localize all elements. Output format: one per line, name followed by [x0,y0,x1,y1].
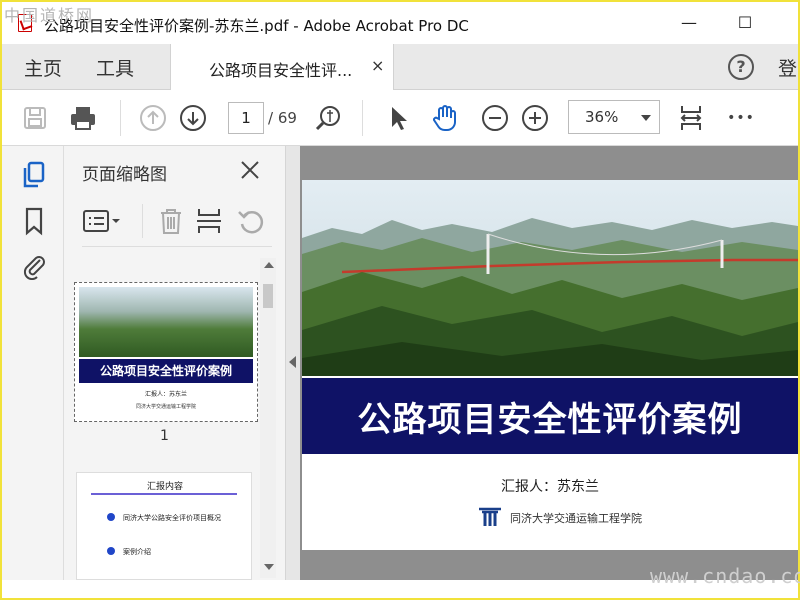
page-thumbnail-2[interactable]: 汇报内容 同济大学公路安全评价项目概况 案例介绍 [76,472,252,580]
print-icon[interactable] [68,103,98,133]
scroll-up-icon[interactable] [264,262,274,268]
bullet-icon [107,547,115,555]
more-tools-icon[interactable]: ••• [726,103,756,133]
thumbnail-1-institute: 同济大学交通运输工程学院 [135,404,196,410]
thumbnail-2-title: 汇报内容 [146,482,183,492]
panel-collapse-handle[interactable] [286,146,300,580]
thumbnail-1-photo [79,287,253,357]
chevron-left-icon [289,356,296,368]
slide-reporter: 汇报人：苏东兰 [501,479,599,495]
page-thumbnail-1[interactable]: 公路项目安全性评价案例 汇报人：苏东兰 同济大学交通运输工程学院 [74,282,258,422]
attachment-icon[interactable] [20,250,48,281]
zoom-out-icon[interactable] [480,103,510,133]
thumbnails-panel: 页面缩略图 公路项目安全性评价案例 汇报人：苏东兰 同济大学交通运输工程学院 1… [64,146,286,580]
delete-icon[interactable] [156,206,186,236]
help-icon[interactable]: ? [728,54,754,80]
panel-toolbar [82,204,272,240]
thumbnail-2-item: 同济大学公路安全评价项目概况 [123,514,221,522]
panel-divider [82,246,272,247]
menu-tools[interactable]: 工具 [96,54,134,81]
thumbnail-2-item: 案例介绍 [123,548,151,556]
close-icon[interactable] [238,158,262,182]
zoom-in-icon[interactable] [520,103,550,133]
slide-title: 公路项目安全性评价案例 [357,400,743,440]
page-thumbnails-icon[interactable] [20,160,48,190]
options-menu-icon[interactable] [82,206,122,236]
slide-title-band: 公路项目安全性评价案例 [302,378,798,454]
chevron-down-icon [641,115,651,121]
menu-home[interactable]: 主页 [24,54,62,81]
hand-tool-icon[interactable] [430,103,460,133]
thumbnail-1-number: 1 [160,428,169,444]
thumbnail-scrollbar[interactable] [260,258,276,578]
previous-page-icon[interactable] [138,103,168,133]
left-rail [2,146,64,580]
slide-institute: 同济大学交通运输工程学院 [510,512,642,525]
watermark-bottom: www.cndao.com [650,564,800,588]
next-page-icon[interactable] [178,103,208,133]
title-bar: 公路项目安全性评价案例-苏东兰.pdf - Adobe Acrobat Pro … [2,2,798,44]
thumbnail-1-title: 公路项目安全性评价案例 [79,359,253,383]
sign-in-link[interactable]: 登 [778,54,797,81]
minimize-button[interactable]: — [678,12,700,34]
insert-page-icon[interactable] [194,206,224,236]
toolbar: 1 / 69 36% ••• [2,90,798,146]
bookmark-icon[interactable] [20,206,48,236]
find-zoom-icon[interactable] [314,103,344,133]
bridge-photo [302,180,798,376]
scroll-down-icon[interactable] [264,564,274,570]
zoom-value: 36% [585,108,619,126]
thumbnail-1-reporter: 汇报人：苏东兰 [144,391,187,398]
save-icon[interactable] [20,103,50,133]
scrollbar-thumb[interactable] [263,284,273,308]
tab-close-icon[interactable]: × [371,56,384,75]
rotate-icon[interactable] [236,206,266,236]
thumbnail-1-preview: 公路项目安全性评价案例 汇报人：苏东兰 同济大学交通运输工程学院 [79,287,253,417]
thumbnail-2-rule [91,493,237,495]
university-logo-icon [479,507,501,526]
toolbar-separator [120,100,121,136]
zoom-select[interactable]: 36% [568,100,660,134]
page-number-input[interactable]: 1 [228,102,264,134]
page-total: / 69 [268,109,297,127]
menu-bar: 主页 工具 公路项目安全性评... × ? 登 [2,44,798,90]
window-title: 公路项目安全性评价案例-苏东兰.pdf - Adobe Acrobat Pro … [44,17,469,35]
maximize-button[interactable]: ☐ [734,12,756,34]
document-tab-label: 公路项目安全性评... [209,61,353,80]
pdf-page: 公路项目安全性评价案例 汇报人：苏东兰 同济大学交通运输工程学院 [302,180,798,550]
toolbar-separator [362,100,363,136]
select-cursor-icon[interactable] [384,103,414,133]
fit-width-icon[interactable] [676,103,706,133]
panel-title: 页面缩略图 [82,165,167,185]
bullet-icon [107,513,115,521]
watermark-top: 中国道桥网 [4,6,95,25]
document-view[interactable]: 公路项目安全性评价案例 汇报人：苏东兰 同济大学交通运输工程学院 [300,146,798,580]
document-tab[interactable]: 公路项目安全性评... × [170,44,394,90]
panel-separator [142,204,143,238]
